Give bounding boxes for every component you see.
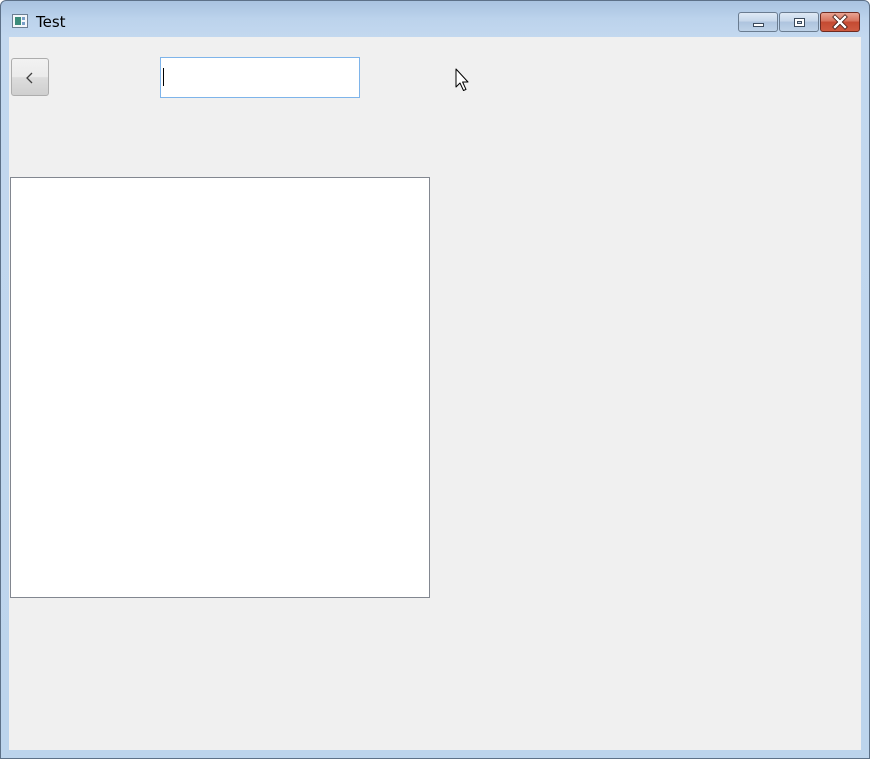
content-panel[interactable] (10, 177, 430, 598)
mouse-cursor-icon (455, 68, 469, 91)
minimize-button[interactable] (738, 12, 778, 32)
text-input[interactable] (160, 57, 360, 98)
close-icon (832, 14, 848, 30)
window-title: Test (36, 13, 66, 31)
maximize-button[interactable] (779, 12, 819, 32)
text-caret (163, 68, 164, 86)
client-area (9, 37, 861, 750)
minimize-icon (753, 23, 764, 27)
maximize-icon (794, 18, 805, 27)
title-bar[interactable]: Test (1, 1, 869, 36)
chevron-left-icon (26, 72, 33, 84)
back-button[interactable] (11, 58, 49, 96)
app-window-icon (12, 14, 28, 28)
application-window: Test (0, 0, 870, 759)
close-button[interactable] (820, 12, 860, 32)
